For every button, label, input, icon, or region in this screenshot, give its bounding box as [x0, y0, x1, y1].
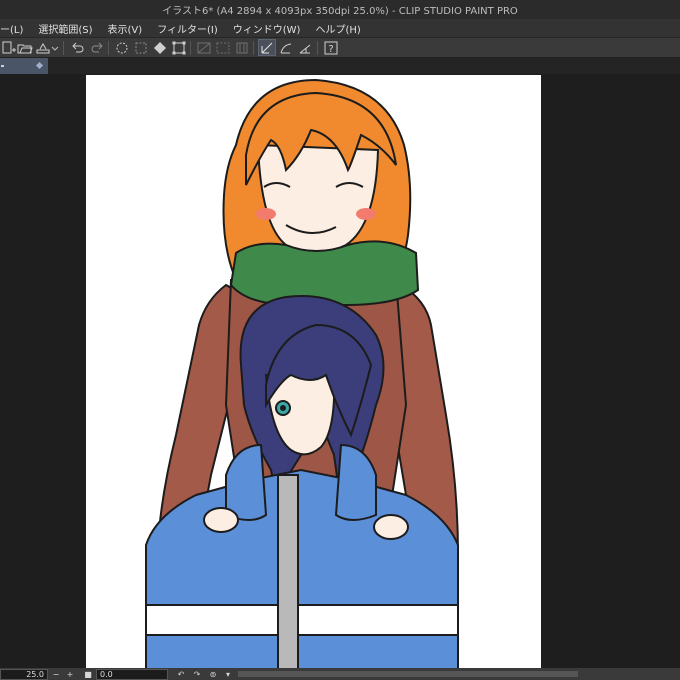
hand-right — [373, 514, 409, 540]
toolbar-divider — [108, 41, 109, 55]
zoom-in-button[interactable]: + — [65, 668, 75, 680]
pupil-boy — [280, 405, 286, 411]
menu-window[interactable]: ウィンドウ(W) — [233, 21, 301, 36]
help-icon[interactable]: ? — [322, 39, 340, 56]
canvas[interactable] — [86, 75, 541, 669]
snap-to-special-ruler-icon[interactable] — [277, 39, 295, 56]
hide-selection-icon[interactable] — [195, 39, 213, 56]
hide-selection-area-icon[interactable] — [214, 39, 232, 56]
chevron-down-icon[interactable]: ▾ — [224, 668, 232, 680]
menu-view[interactable]: 表示(V) — [108, 21, 143, 36]
clear-icon[interactable] — [113, 39, 131, 56]
undo-icon[interactable] — [69, 39, 87, 56]
document-tab[interactable] — [0, 58, 48, 74]
toolbar-divider — [190, 41, 191, 55]
zoom-out-button[interactable]: − — [51, 668, 61, 680]
tab-marker — [1, 65, 4, 67]
scarf — [229, 240, 420, 306]
menu-layer[interactable]: ー(L) — [0, 21, 23, 36]
zoom-field[interactable]: 25.0 — [0, 669, 48, 680]
toolbar-divider — [317, 41, 318, 55]
hand-left — [203, 507, 239, 533]
rotate-left-icon[interactable]: ↶ — [176, 668, 186, 680]
menu-help[interactable]: ヘルプ(H) — [315, 21, 360, 36]
menu-filter[interactable]: フィルター(I) — [157, 21, 218, 36]
rotation-field[interactable]: 0.0 — [96, 669, 168, 680]
cut-outside-icon[interactable] — [132, 39, 150, 56]
transform-icon[interactable] — [170, 39, 188, 56]
menu-bar: ー(L) 選択範囲(S) 表示(V) フィルター(I) ウィンドウ(W) ヘルプ… — [0, 19, 680, 38]
blush-left — [256, 208, 276, 220]
jacket-lower — [145, 634, 459, 669]
menu-selection[interactable]: 選択範囲(S) — [38, 21, 92, 36]
stop-icon[interactable]: ■ — [84, 668, 92, 680]
tab-close-icon[interactable] — [35, 61, 44, 70]
chevron-down-icon[interactable] — [50, 39, 60, 56]
snap-to-ruler-icon[interactable] — [258, 39, 276, 56]
command-bar: ? — [0, 38, 680, 58]
illustration — [145, 78, 460, 669]
document-tab-bar — [0, 58, 680, 74]
reset-rotation-icon[interactable]: ⊚ — [208, 668, 218, 680]
collar-left — [225, 443, 268, 521]
blush-right — [356, 208, 376, 220]
zoom-value: 25.0 — [26, 670, 44, 679]
window-title: イラスト6* (A4 2894 x 4093px 350dpi 25.0%) -… — [162, 6, 518, 17]
open-folder-icon[interactable] — [16, 39, 34, 56]
redo-icon[interactable] — [88, 39, 106, 56]
status-bar: 25.0 − + ■ 0.0 ↶ ↷ ⊚ ▾ — [0, 668, 680, 680]
toolbar-divider — [253, 41, 254, 55]
toolbar-divider — [63, 41, 64, 55]
svg-text:?: ? — [328, 44, 333, 55]
zipper — [277, 474, 299, 669]
horizontal-scrollbar[interactable] — [238, 671, 578, 677]
rotate-right-icon[interactable]: ↷ — [192, 668, 202, 680]
snap-to-grid-icon[interactable] — [296, 39, 314, 56]
rotation-value: 0.0 — [100, 670, 113, 679]
selection-launcher-icon[interactable] — [233, 39, 251, 56]
canvas-workspace[interactable] — [0, 74, 680, 669]
title-bar: イラスト6* (A4 2894 x 4093px 350dpi 25.0%) -… — [0, 0, 680, 19]
fill-icon[interactable] — [151, 39, 169, 56]
